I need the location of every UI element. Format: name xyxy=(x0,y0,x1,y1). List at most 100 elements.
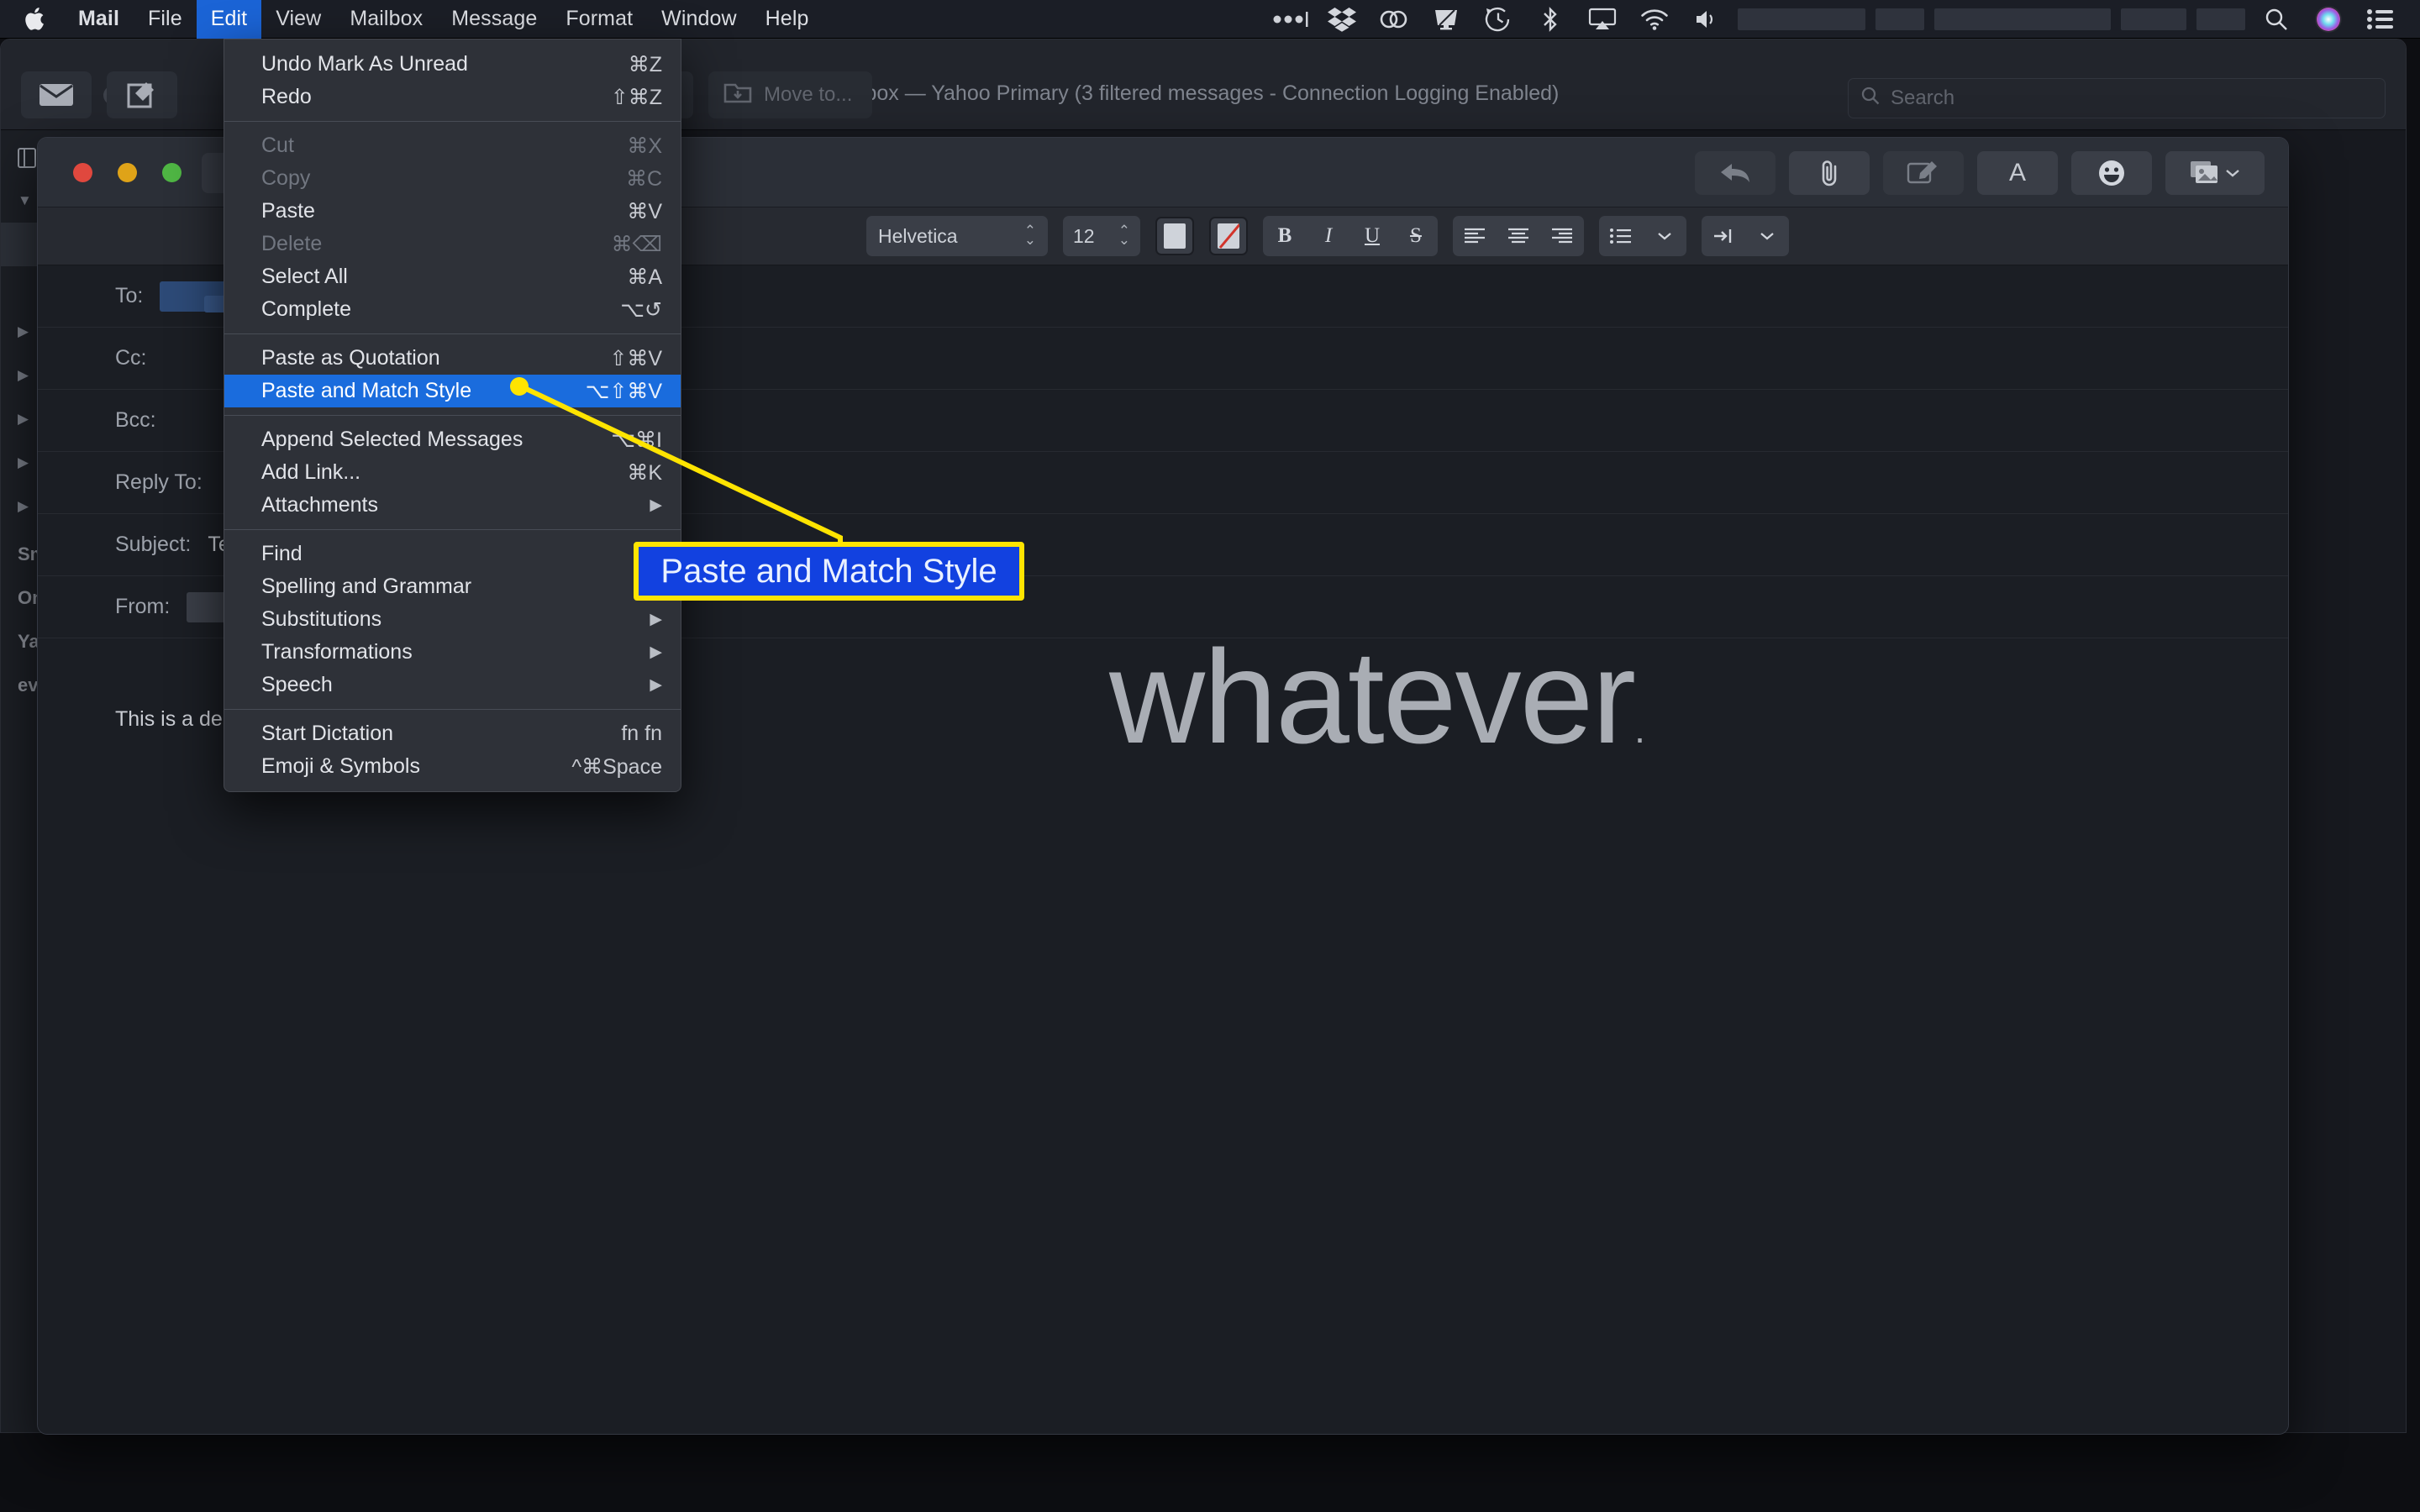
wifi-icon[interactable] xyxy=(1628,0,1681,39)
submenu-arrow-icon: ▶ xyxy=(650,643,662,661)
annotation-callout-text: Paste and Match Style xyxy=(660,552,997,590)
menu-item-speech[interactable]: Speech ▶ xyxy=(224,669,681,701)
menu-item-shortcut: ⌘C xyxy=(625,166,662,191)
menu-item-paste-as-quotation[interactable]: Paste as Quotation ⇧⌘V xyxy=(224,342,681,375)
align-center-icon[interactable] xyxy=(1497,216,1540,256)
align-right-icon[interactable] xyxy=(1540,216,1584,256)
disclosure-triangle-icon[interactable]: ▼ xyxy=(18,192,36,209)
indent-control xyxy=(1702,216,1789,256)
menu-bar-item-message[interactable]: Message xyxy=(437,0,551,39)
highlight-color-swatch-button[interactable] xyxy=(1209,217,1248,255)
attach-paperclip-icon[interactable] xyxy=(1789,151,1870,195)
search-icon xyxy=(1860,86,1881,112)
apple-logo-icon[interactable] xyxy=(0,0,64,39)
emoji-icon[interactable] xyxy=(2071,151,2152,195)
dropbox-icon[interactable] xyxy=(1316,0,1368,39)
italic-button[interactable]: I xyxy=(1307,216,1350,256)
reply-icon[interactable] xyxy=(1695,151,1776,195)
disclosure-triangle-icon[interactable]: ▶ xyxy=(18,367,36,384)
bold-button[interactable]: B xyxy=(1263,216,1307,256)
indent-chevron-down-icon[interactable] xyxy=(1745,216,1789,256)
menu-item-label: Transformations xyxy=(261,640,413,664)
menu-item-append-selected-messages[interactable]: Append Selected Messages ⌥⌘I xyxy=(224,423,681,456)
disclosure-triangle-icon[interactable]: ▶ xyxy=(18,411,36,428)
move-to-button[interactable]: Move to... xyxy=(708,71,873,118)
menu-bar-item-help[interactable]: Help xyxy=(751,0,823,39)
menu-item-label: Substitutions xyxy=(261,607,382,631)
subject-label: Subject: xyxy=(115,533,192,556)
menu-item-complete[interactable]: Complete ⌥↺ xyxy=(224,293,681,326)
volume-icon[interactable] xyxy=(1681,0,1733,39)
chevron-updown-icon[interactable]: ⌃ ⌄ xyxy=(1118,224,1130,247)
bluetooth-icon[interactable] xyxy=(1524,0,1576,39)
indent-icon[interactable] xyxy=(1702,216,1745,256)
markup-icon[interactable] xyxy=(1883,151,1964,195)
chevron-updown-icon[interactable]: ⌃ ⌄ xyxy=(1024,224,1036,247)
menu-item-paste-and-match-style[interactable]: Paste and Match Style ⌥⇧⌘V xyxy=(224,375,681,407)
big-word-text: whatever xyxy=(1109,623,1636,771)
menu-item-undo[interactable]: Undo Mark As Unread ⌘Z xyxy=(224,48,681,81)
menu-item-shortcut: ⌘⌫ xyxy=(611,232,662,256)
menu-item-label: Delete xyxy=(261,232,323,255)
font-size-select[interactable]: 12 ⌃ ⌄ xyxy=(1063,216,1140,256)
menu-item-transformations[interactable]: Transformations ▶ xyxy=(224,636,681,669)
menu-bar-item-view[interactable]: View xyxy=(261,0,335,39)
siri-icon[interactable] xyxy=(2302,0,2354,39)
menu-bar-item-format[interactable]: Format xyxy=(551,0,647,39)
menu-bar-items: Mail File Edit View Mailbox Message Form… xyxy=(0,0,823,39)
menu-bar-item-edit[interactable]: Edit xyxy=(196,0,262,39)
menu-item-attachments[interactable]: Attachments ▶ xyxy=(224,489,681,522)
get-mail-button[interactable] xyxy=(21,71,92,118)
font-family-select[interactable]: Helvetica ⌃ ⌄ xyxy=(866,216,1048,256)
list-chevron-down-icon[interactable] xyxy=(1643,216,1686,256)
menu-separator xyxy=(224,709,681,710)
ellipsis-icon[interactable] xyxy=(1264,0,1316,39)
disclosure-triangle-icon[interactable]: ▶ xyxy=(18,323,36,340)
strikethrough-button[interactable]: S xyxy=(1394,216,1438,256)
menu-item-find[interactable]: Find xyxy=(224,538,681,570)
menu-item-copy: Copy ⌘C xyxy=(224,162,681,195)
menu-item-emoji-and-symbols[interactable]: Emoji & Symbols ^⌘Space xyxy=(224,750,681,783)
move-to-label: Move to... xyxy=(764,83,853,106)
compose-traffic-lights[interactable] xyxy=(73,163,182,182)
menu-bar-item-mail[interactable]: Mail xyxy=(64,0,134,39)
underline-button[interactable]: U xyxy=(1350,216,1394,256)
menu-item-substitutions[interactable]: Substitutions ▶ xyxy=(224,603,681,636)
search-input[interactable]: Search xyxy=(1848,78,2386,118)
disclosure-triangle-icon[interactable]: ▶ xyxy=(18,454,36,471)
airplay-icon[interactable] xyxy=(1576,0,1628,39)
menu-item-spelling-and-grammar[interactable]: Spelling and Grammar xyxy=(224,570,681,603)
menu-bar-item-file[interactable]: File xyxy=(134,0,197,39)
bulleted-list-icon[interactable] xyxy=(1599,216,1643,256)
format-text-A-icon[interactable]: A xyxy=(1977,151,2058,195)
control-center-icon[interactable] xyxy=(2354,0,2407,39)
edit-menu-dropdown: Undo Mark As Unread ⌘Z Redo ⇧⌘Z Cut ⌘X C… xyxy=(224,39,681,792)
menu-item-label: Select All xyxy=(261,265,348,288)
menu-bar-item-window[interactable]: Window xyxy=(647,0,751,39)
spotlight-search-icon[interactable] xyxy=(2250,0,2302,39)
compose-zoom-button[interactable] xyxy=(162,163,182,182)
compose-close-button[interactable] xyxy=(73,163,92,182)
new-message-button[interactable] xyxy=(107,71,177,118)
menu-bar-item-mailbox[interactable]: Mailbox xyxy=(335,0,437,39)
creative-cloud-icon[interactable] xyxy=(1368,0,1420,39)
menu-item-paste[interactable]: Paste ⌘V xyxy=(224,195,681,228)
disclosure-triangle-icon[interactable]: ▶ xyxy=(18,498,36,515)
menu-item-shortcut: ^⌘Space xyxy=(571,754,662,779)
menu-item-add-link[interactable]: Add Link... ⌘K xyxy=(224,456,681,489)
menu-item-shortcut: ⌥⌘I xyxy=(611,428,662,452)
menu-item-shortcut: ⇧⌘V xyxy=(609,346,662,370)
text-color-swatch-button[interactable] xyxy=(1155,217,1194,255)
display-icon[interactable] xyxy=(1420,0,1472,39)
photo-browser-icon[interactable] xyxy=(2165,151,2265,195)
align-left-icon[interactable] xyxy=(1453,216,1497,256)
menu-item-start-dictation[interactable]: Start Dictation fn fn xyxy=(224,717,681,750)
list-control xyxy=(1599,216,1686,256)
compose-minimize-button[interactable] xyxy=(118,163,137,182)
time-machine-icon[interactable] xyxy=(1472,0,1524,39)
macos-menu-bar: Mail File Edit View Mailbox Message Form… xyxy=(0,0,2420,39)
menu-item-shortcut: ⌥↺ xyxy=(620,297,662,322)
annotation-callout-box: Paste and Match Style xyxy=(634,542,1024,601)
menu-item-redo[interactable]: Redo ⇧⌘Z xyxy=(224,81,681,113)
menu-item-select-all[interactable]: Select All ⌘A xyxy=(224,260,681,293)
